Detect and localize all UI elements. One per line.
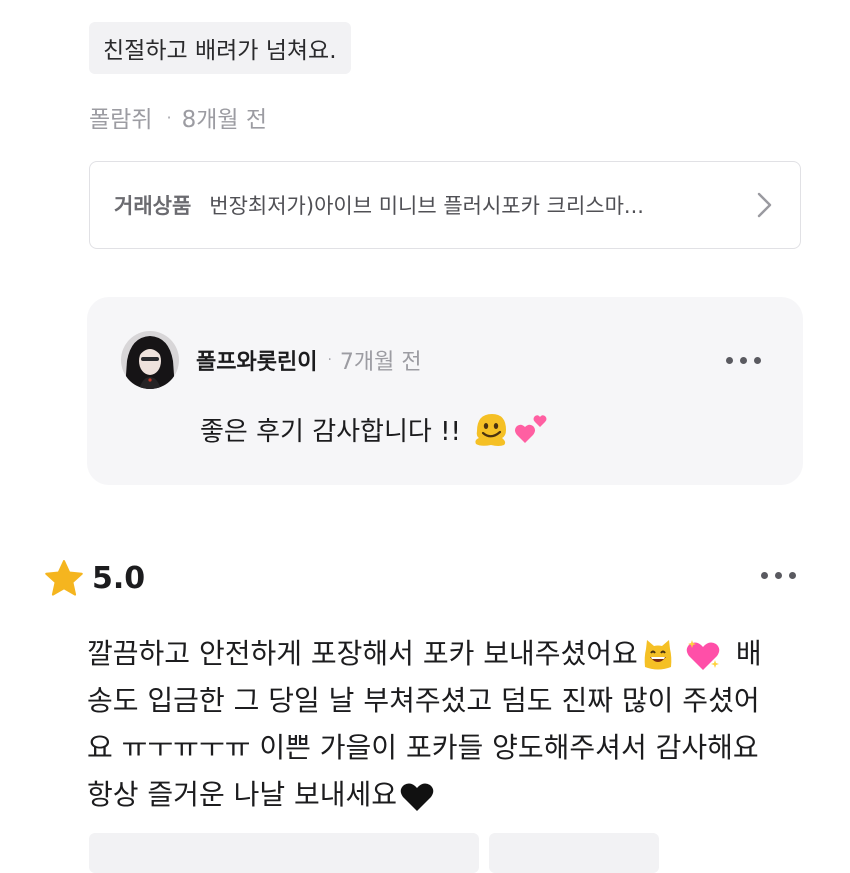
review-tag-1 [89, 833, 479, 873]
review-line-1: 깔끔하고 안전하게 포장해서 포카 보내주셨어요 배 [87, 630, 807, 677]
reply-more-dots-icon[interactable] [726, 357, 761, 364]
traded-product-link[interactable]: 거래상품 번장최저가)아이브 미니브 플러시포카 크리스마... [89, 161, 801, 249]
review-line-4: 항상 즐거운 나날 보내세요 [87, 771, 807, 818]
black-heart-emoji [400, 783, 434, 811]
review-line-2: 송도 입금한 그 당일 날 부쳐주셨고 덤도 진짜 많이 주셨어 [87, 684, 760, 717]
reply-username[interactable]: 폴프와롯린이 [196, 344, 317, 376]
product-name: 번장최저가)아이브 미니브 플러시포카 크리스마... [209, 194, 644, 218]
rating-row: 5.0 [44, 556, 145, 600]
seller-reply: 폴프와롯린이 · 7개월 전 좋은 후기 감사합니다 !! [87, 297, 803, 485]
review-more-dots-icon[interactable] [761, 572, 796, 579]
review-line-3: 요 ㅠㅜㅠㅜㅠ 이쁜 가을이 포카들 양도해주셔서 감사해요 [87, 731, 759, 764]
rating-score: 5.0 [92, 560, 146, 596]
review-body: 깔끔하고 안전하게 포장해서 포카 보내주셨어요 배 송도 입금한 그 당일 날… [87, 630, 807, 818]
avatar[interactable] [121, 331, 179, 389]
reply-separator: · [327, 352, 332, 368]
reply-time: 7개월 전 [339, 350, 422, 375]
reviewer-meta: 폴람쥐 · 8개월 전 [89, 98, 267, 136]
review-tag-label: 친절하고 배려가 넘쳐요. [103, 38, 337, 64]
two-hearts-emoji [514, 415, 547, 443]
chevron-right-icon [757, 192, 772, 218]
melting-face-emoji [475, 414, 506, 446]
review-time: 8개월 전 [181, 107, 268, 133]
product-label: 거래상품 [114, 194, 192, 218]
star-icon [45, 560, 83, 596]
review-tag: 친절하고 배려가 넘쳐요. [89, 22, 351, 74]
grinning-cat-emoji [644, 640, 672, 670]
reply-text: 좋은 후기 감사합니다 !! [200, 416, 461, 447]
review-tag-2 [489, 833, 659, 873]
reviewer-name[interactable]: 폴람쥐 [89, 100, 152, 134]
reply-content: 좋은 후기 감사합니다 !! [200, 407, 551, 451]
reply-header: 폴프와롯린이 · 7개월 전 [196, 341, 422, 379]
meta-separator: · [166, 107, 172, 127]
sparkling-heart-emoji [686, 640, 720, 670]
